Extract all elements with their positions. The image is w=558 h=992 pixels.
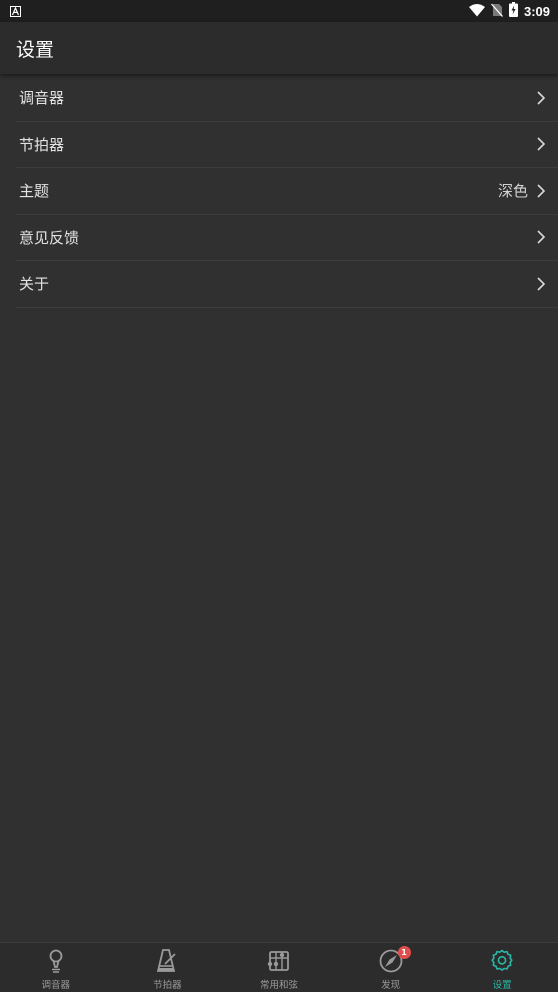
nav-label: 节拍器 — [153, 980, 182, 991]
no-sim-icon — [490, 2, 503, 21]
chevron-right-icon — [536, 276, 546, 292]
status-time: 3:09 — [523, 3, 550, 19]
settings-item-about[interactable]: 关于 — [16, 261, 558, 308]
settings-item-theme[interactable]: 主题 深色 — [16, 168, 558, 215]
nav-item-metronome[interactable]: 节拍器 — [112, 943, 224, 992]
metronome-icon — [154, 948, 180, 974]
settings-item-label: 主题 — [19, 182, 50, 201]
app-bar: 设置 — [0, 22, 558, 74]
nav-label: 调音器 — [41, 980, 71, 991]
nav-label: 发现 — [381, 980, 401, 991]
settings-item-right — [536, 90, 546, 106]
chevron-right-icon — [536, 183, 546, 199]
bottom-nav: 调音器 节拍器 常用和弦 1 发现 设置 — [0, 942, 558, 992]
settings-item-right — [536, 136, 546, 152]
chord-icon — [266, 948, 292, 974]
status-bar: 3:09 — [0, 0, 558, 22]
settings-item-right: 深色 — [498, 180, 546, 201]
notification-badge: 1 — [397, 946, 411, 959]
nav-item-chords[interactable]: 常用和弦 — [223, 943, 335, 992]
notification-a-icon — [10, 2, 21, 21]
theme-value: 深色 — [497, 182, 528, 201]
chevron-right-icon — [536, 229, 546, 245]
settings-item-label: 意见反馈 — [19, 228, 80, 247]
gear-icon — [489, 948, 515, 974]
settings-item-label: 节拍器 — [19, 135, 65, 154]
settings-item-label: 调音器 — [19, 89, 65, 108]
status-right: 3:09 — [468, 1, 550, 21]
nav-label: 设置 — [492, 980, 512, 991]
page-title: 设置 — [16, 38, 55, 61]
settings-item-metronome[interactable]: 节拍器 — [16, 122, 558, 168]
compass-icon: 1 — [378, 946, 411, 974]
settings-item-tuner[interactable]: 调音器 — [16, 75, 558, 122]
settings-list: 调音器 节拍器 主题 深色 意见反馈 关于 — [0, 75, 558, 308]
chevron-right-icon — [536, 90, 546, 106]
settings-item-feedback[interactable]: 意见反馈 — [16, 215, 558, 261]
battery-charging-icon — [508, 1, 518, 21]
tuner-icon — [43, 948, 69, 974]
nav-item-settings[interactable]: 设置 — [446, 943, 558, 992]
status-left — [10, 2, 21, 21]
nav-item-discover[interactable]: 1 发现 — [335, 943, 447, 992]
settings-item-label: 关于 — [19, 275, 50, 294]
settings-item-right — [536, 229, 546, 245]
nav-label: 常用和弦 — [259, 980, 298, 991]
nav-item-tuner[interactable]: 调音器 — [0, 943, 112, 992]
chevron-right-icon — [536, 136, 546, 152]
settings-item-right — [536, 276, 546, 292]
wifi-icon — [468, 2, 485, 21]
